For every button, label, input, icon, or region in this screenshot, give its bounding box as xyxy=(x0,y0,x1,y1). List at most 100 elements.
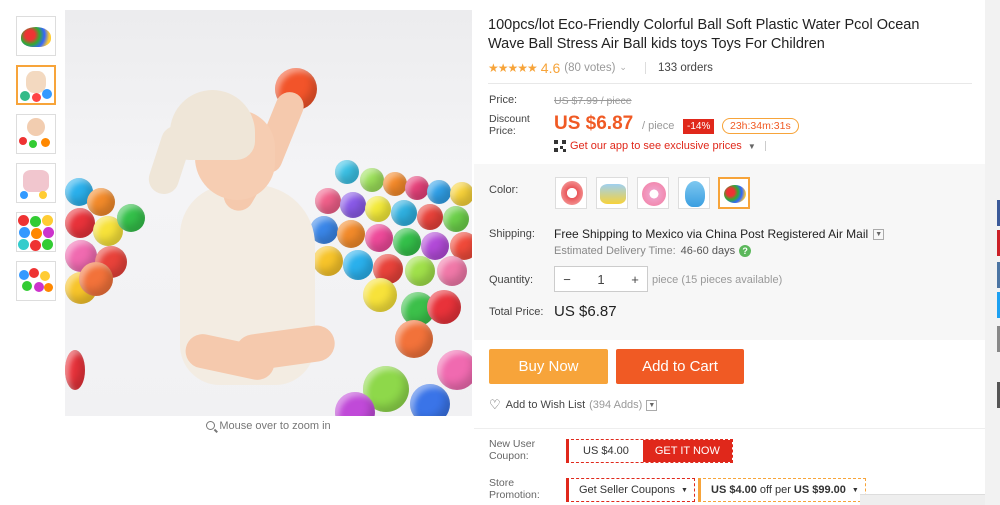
wishlist-count: (394 Adds) xyxy=(589,399,643,411)
ball xyxy=(337,220,365,248)
ball xyxy=(360,168,384,192)
quantity-decrease-button[interactable]: − xyxy=(555,272,579,287)
thumbnail-3[interactable] xyxy=(16,114,56,154)
caret-down-icon: ▼ xyxy=(851,486,859,494)
chevron-down-icon[interactable]: ▼ xyxy=(646,399,658,411)
floating-bar xyxy=(860,494,985,505)
rating-stars: ★★★★★ xyxy=(488,60,538,75)
quantity-increase-button[interactable]: + xyxy=(623,272,647,287)
delivery-value: 46-60 days xyxy=(680,245,736,257)
shipping-method[interactable]: Free Shipping to Mexico via China Post R… xyxy=(554,227,885,241)
total-price-label: Total Price: xyxy=(489,306,544,318)
divider xyxy=(474,428,985,429)
discount-price-label: Discount Price: xyxy=(489,113,530,137)
seller-coupons-dropdown[interactable]: Get Seller Coupons ▼ xyxy=(566,478,695,502)
coupon-amount: US $4.00 xyxy=(583,445,629,457)
quantity-available: piece (15 pieces available) xyxy=(652,274,783,286)
product-detail: 100pcs/lot Eco-Friendly Colorful Ball So… xyxy=(488,0,985,84)
chevron-down-icon[interactable]: ▼ xyxy=(873,228,885,240)
ball xyxy=(365,196,391,222)
price-label: Price: xyxy=(489,94,518,106)
wishlist-link: Add to Wish List xyxy=(505,399,586,411)
promo-threshold: US $99.00 xyxy=(793,484,846,496)
ball xyxy=(340,192,366,218)
color-swatch-4[interactable] xyxy=(678,177,710,209)
original-price: US $7.99 / piece xyxy=(554,95,632,107)
ball xyxy=(427,290,461,324)
qr-code-icon xyxy=(554,140,566,152)
get-it-now-button[interactable]: GET IT NOW xyxy=(642,440,732,462)
shipping-label: Shipping: xyxy=(489,228,535,240)
ball xyxy=(421,232,449,260)
ball xyxy=(79,262,113,296)
new-user-coupon-label: New User Coupon: xyxy=(489,438,536,462)
promo-text: off per xyxy=(759,484,791,496)
app-promo-text: Get our app to see exclusive prices xyxy=(570,140,742,152)
quantity-label: Quantity: xyxy=(489,274,534,286)
quantity-input[interactable]: 1 xyxy=(579,272,623,287)
product-card: Mouse over to zoom in 100pcs/lot Eco-Fri… xyxy=(0,0,985,505)
ball xyxy=(417,204,443,230)
help-icon[interactable]: ? xyxy=(739,245,752,257)
color-swatch-5[interactable] xyxy=(718,177,750,209)
ball xyxy=(365,224,393,252)
promo-amount: US $4.00 xyxy=(711,484,757,496)
new-user-coupon: US $4.00 GET IT NOW xyxy=(566,439,733,463)
thumbnail-1[interactable] xyxy=(16,16,56,56)
product-title: 100pcs/lot Eco-Friendly Colorful Ball So… xyxy=(488,17,920,52)
ball xyxy=(315,188,341,214)
total-price-value: US $6.87 xyxy=(554,303,617,320)
discount-price: US $6.87 xyxy=(554,113,634,134)
ball xyxy=(343,250,373,280)
color-swatch-1[interactable] xyxy=(555,177,587,209)
votes-link[interactable]: (80 votes) xyxy=(564,62,615,74)
ball xyxy=(395,320,433,358)
ball xyxy=(410,384,450,416)
color-swatch-3[interactable] xyxy=(637,177,669,209)
zoom-hint-text: Mouse over to zoom in xyxy=(219,420,331,432)
ball xyxy=(383,172,407,196)
color-swatch-2[interactable] xyxy=(596,177,628,209)
wishlist-row[interactable]: ♡ Add to Wish List (394 Adds) ▼ xyxy=(489,397,658,413)
ball xyxy=(335,160,359,184)
heart-icon: ♡ xyxy=(489,397,501,412)
divider xyxy=(488,83,972,84)
delivery-label: Estimated Delivery Time: xyxy=(554,245,676,257)
ball xyxy=(393,228,421,256)
thumbnail-6[interactable] xyxy=(16,261,56,301)
caret-down-icon: ▼ xyxy=(681,486,688,494)
rating-value: 4.6 xyxy=(540,59,561,76)
ball xyxy=(313,246,343,276)
store-promotion-dropdown[interactable]: US $4.00 off per US $99.00 ▼ xyxy=(698,478,866,502)
discount-badge: -14% xyxy=(683,119,715,134)
shipping-value: Free Shipping to Mexico via China Post R… xyxy=(554,227,869,241)
ball xyxy=(405,176,429,200)
app-promo[interactable]: Get our app to see exclusive prices ▼ xyxy=(554,140,766,152)
divider xyxy=(644,61,646,74)
ball xyxy=(65,350,85,390)
countdown-timer: 23h:34m:31s xyxy=(722,118,799,134)
orders-count: 133 orders xyxy=(657,61,713,74)
thumbnail-strip xyxy=(16,16,58,310)
thumbnail-2[interactable] xyxy=(16,65,56,105)
ball xyxy=(117,204,145,232)
store-promotion-label: Store Promotion: xyxy=(489,477,540,501)
thumbnail-4[interactable] xyxy=(16,163,56,203)
delivery-time: Estimated Delivery Time: 46-60 days ? xyxy=(554,245,752,257)
thumbnail-5[interactable] xyxy=(16,212,56,252)
magnifier-icon xyxy=(206,421,216,430)
main-product-image[interactable] xyxy=(65,10,472,416)
ball xyxy=(363,278,397,312)
ball xyxy=(427,180,451,204)
ball xyxy=(443,206,469,232)
divider xyxy=(764,141,766,151)
add-to-cart-button[interactable]: Add to Cart xyxy=(616,349,744,384)
zoom-hint: Mouse over to zoom in xyxy=(65,420,472,432)
ball xyxy=(391,200,417,226)
chevron-down-icon[interactable]: ⌄ xyxy=(619,62,627,73)
ball xyxy=(65,208,95,238)
quantity-stepper: − 1 + xyxy=(554,266,648,292)
buy-now-button[interactable]: Buy Now xyxy=(489,349,608,384)
baby-hat-tail xyxy=(144,122,196,198)
seller-coupons-label: Get Seller Coupons xyxy=(579,484,675,496)
